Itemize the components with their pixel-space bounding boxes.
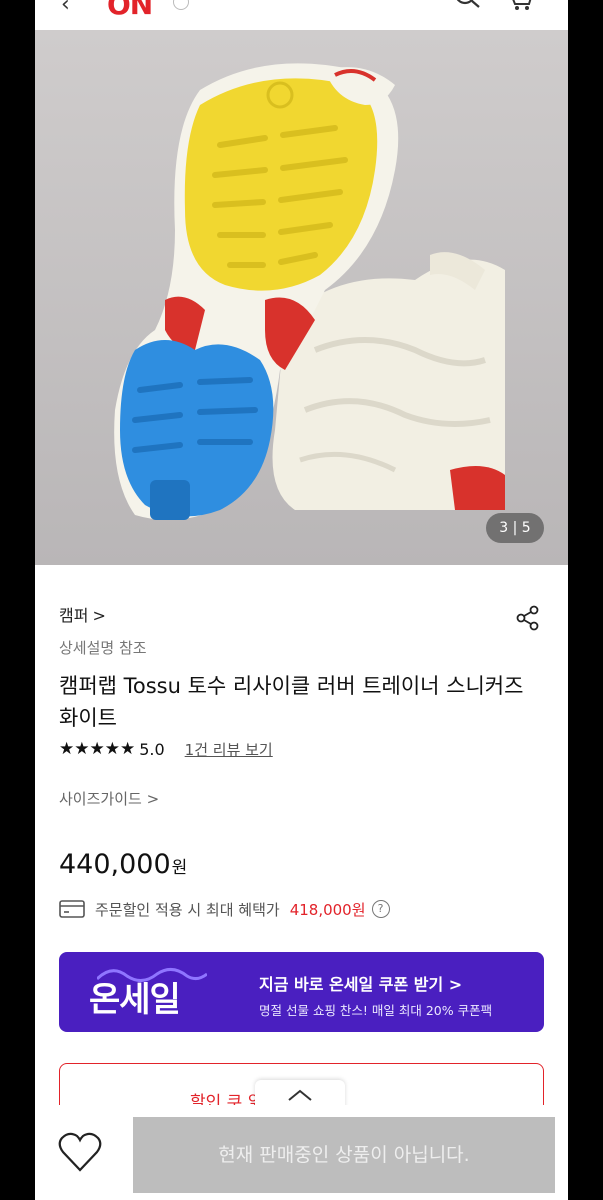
benefit-label: 주문할인 적용 시 최대 혜택가 [95, 900, 280, 919]
brand-logo[interactable]: ON [107, 0, 153, 21]
rating-row: ★★★★★ 5.0 1건 리뷰 보기 [59, 737, 273, 761]
top-header: ‹ ON [35, 0, 568, 30]
phone-screen: ‹ ON 3 | 5 캠퍼 > 상세설명 참조 캠퍼랩 Tossu 토수 리사이… [35, 0, 568, 1200]
credit-card-icon [59, 900, 85, 918]
benefit-price: 418,000원 [289, 900, 366, 919]
price-unit: 원 [171, 858, 188, 878]
price-value: 440,000 [59, 849, 171, 880]
rating-score: 5.0 [139, 739, 165, 759]
sneaker-photo [35, 30, 568, 565]
help-icon[interactable]: ? [371, 900, 390, 918]
heart-icon[interactable] [57, 1130, 103, 1174]
search-icon[interactable] [453, 0, 483, 12]
logo-badge-icon [173, 0, 189, 10]
star-rating-icon: ★★★★★ [59, 739, 136, 759]
bottom-action-bar: 현재 판매중인 상품이 아닙니다. [35, 1105, 568, 1200]
share-icon[interactable] [515, 605, 541, 631]
benefit-row: 주문할인 적용 시 최대 혜택가 418,000원 ? [59, 896, 390, 922]
size-guide-link[interactable]: 사이즈가이드 > [59, 788, 159, 809]
cart-icon[interactable] [507, 0, 535, 14]
product-title: 캠퍼랩 Tossu 토수 리사이클 러버 트레이너 스니커즈 화이트 [59, 674, 524, 730]
onsale-logo: 온세일 [89, 980, 181, 1020]
banner-subtitle: 명절 선물 쇼핑 찬스! 매일 최대 20% 쿠폰팩 [259, 1003, 493, 1018]
chevron-right-icon: > [92, 606, 106, 625]
chevron-left-icon[interactable]: ‹ [61, 0, 70, 17]
detail-reference: 상세설명 참조 [59, 639, 147, 657]
brand-name: 캠퍼 [59, 606, 89, 625]
product-price: 440,000원 [59, 849, 187, 880]
image-counter: 3 | 5 [486, 513, 544, 543]
review-link[interactable]: 1건 리뷰 보기 [185, 739, 273, 760]
banner-title: 지금 바로 온세일 쿠폰 받기 > [259, 975, 463, 994]
onsale-coupon-banner[interactable]: 온세일 지금 바로 온세일 쿠폰 받기 > 명절 선물 쇼핑 찬스! 매일 최대… [59, 952, 544, 1032]
product-image-gallery[interactable]: 3 | 5 [35, 30, 568, 565]
brand-link[interactable]: 캠퍼 > [59, 602, 106, 626]
not-on-sale-button[interactable]: 현재 판매중인 상품이 아닙니다. [133, 1117, 555, 1193]
